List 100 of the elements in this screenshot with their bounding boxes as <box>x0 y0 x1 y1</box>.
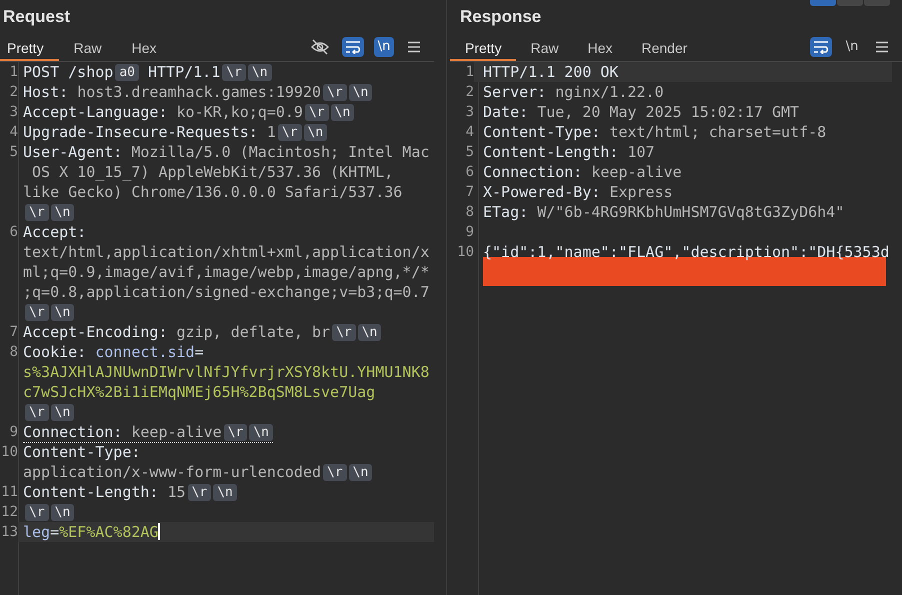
code-text: host3.dreamhack.games:19920 <box>77 83 322 101</box>
code-text: Accept-Language: <box>23 103 168 121</box>
tab[interactable]: Hex <box>124 32 172 61</box>
code-text: %EF%AC%82AG <box>59 523 158 541</box>
menu-icon <box>407 40 421 52</box>
wrap-icon <box>345 40 361 54</box>
code-text: 107 <box>628 143 655 161</box>
whitespace-marker: \r <box>222 64 246 81</box>
code-text: leg <box>23 523 50 541</box>
code-text: like Gecko) Chrome/136.0.0.0 Safari/537.36 <box>23 183 402 201</box>
line-number: 5 <box>8 143 18 162</box>
code-text: keep-alive <box>591 163 682 181</box>
whitespace-marker: \n <box>348 84 372 101</box>
code-text: ETag: <box>483 203 530 221</box>
code-text: Connection: <box>23 423 124 441</box>
code-text: OS X 10_15_7) AppleWebKit/537.36 (KHTML, <box>31 163 394 181</box>
line-number: 1 <box>8 63 18 82</box>
line-number: 3 <box>8 103 18 122</box>
code-text: Mozilla/5.0 (Macintosh; Intel Mac <box>131 143 430 161</box>
code-text: Upgrade-Insecure-Requests: <box>23 123 259 141</box>
code-text: {"id":1,"name":"FLAG","description":"DH{5353d <box>483 243 890 261</box>
whitespace-marker: a0 <box>115 64 139 81</box>
code-text: Connection: <box>483 163 584 181</box>
code-text: Cookie: <box>23 343 88 361</box>
code-text: application/x-www-form-urlencoded <box>23 463 322 481</box>
whitespace-marker: \r <box>332 324 356 341</box>
line-number: 12 <box>0 503 18 522</box>
line-number: 8 <box>8 343 18 362</box>
line-number: 8 <box>464 203 474 222</box>
code-text: ml;q=0.9,image/avif,image/webp,image/apng,*/* <box>23 263 430 281</box>
whitespace-marker: \r <box>224 424 248 441</box>
newline-toggle[interactable]: \n <box>374 36 394 56</box>
code-text: Tue, 20 May 2025 15:02:17 GMT <box>537 103 800 121</box>
whitespace-marker: \r <box>25 404 49 421</box>
code-text: X-Powered-By: <box>483 183 602 201</box>
line-number: 1 <box>464 63 474 82</box>
code-text: connect.sid <box>95 343 195 361</box>
line-number: 6 <box>8 223 18 242</box>
code-text: Express <box>609 183 673 201</box>
whitespace-marker: \n <box>248 64 272 81</box>
code-text: nginx/1.22.0 <box>555 83 664 101</box>
tab[interactable]: Render <box>626 32 702 61</box>
whitespace-marker: \r <box>278 124 302 141</box>
wrap-toggle[interactable] <box>342 36 364 56</box>
code-text: text/html; charset=utf-8 <box>609 123 826 141</box>
whitespace-marker: \r <box>25 304 49 321</box>
line-number: 10 <box>456 243 474 262</box>
whitespace-marker: \n <box>348 464 372 481</box>
code-text: 1 <box>266 123 276 141</box>
line-number: 13 <box>0 523 18 542</box>
code-text: ko-KR,ko;q=0.9 <box>176 103 303 121</box>
line-number: 6 <box>464 163 474 182</box>
code-text: 15 <box>168 483 186 501</box>
line-number: 4 <box>8 123 18 142</box>
code-text: User-Agent: <box>23 143 124 161</box>
newline-toggle[interactable]: \n <box>842 36 862 56</box>
menu-icon <box>875 40 889 52</box>
whitespace-marker: \n <box>50 404 74 421</box>
whitespace-marker: \r <box>323 464 347 481</box>
whitespace-marker: \r <box>25 204 49 221</box>
line-number: 9 <box>464 223 474 242</box>
panel-title: Response <box>459 6 542 28</box>
code-text: gzip, deflate, br <box>176 323 330 341</box>
code-text: text/html,application/xhtml+xml,application/x <box>23 243 430 261</box>
code-text: Content-Type: <box>483 123 602 141</box>
tab[interactable]: Raw <box>516 32 573 61</box>
whitespace-marker: \r <box>25 504 49 521</box>
whitespace-marker: \n <box>50 304 74 321</box>
wrap-icon <box>813 40 829 54</box>
line-number: 9 <box>8 423 18 442</box>
line-number: 4 <box>464 123 474 142</box>
whitespace-marker: \n <box>50 204 74 221</box>
code-text: Server: <box>483 83 548 101</box>
whitespace-marker: \r <box>188 484 212 501</box>
whitespace-marker: \n <box>213 484 237 501</box>
code-text: Date: <box>483 103 530 121</box>
code-text: c7wSJcHX%2Bi1iEMqNMEj65H%2BqSM8Lsve7Uag <box>23 383 376 401</box>
code-text: s%3AJXHlAJNUwnDIWrvlNfJYfvrjrXSY8ktU.YHMU1NK8 <box>23 363 430 381</box>
wrap-toggle[interactable] <box>810 36 832 56</box>
line-number: 5 <box>464 143 474 162</box>
code-text: Accept-Encoding: <box>23 323 168 341</box>
whitespace-marker: \r <box>323 84 347 101</box>
code-text: Content-Length: <box>483 143 620 161</box>
tab[interactable]: Raw <box>66 32 117 61</box>
code-text: = <box>50 523 60 541</box>
eye-slash-icon <box>311 38 329 54</box>
code-text: W/"6b-4RG9RKbhUmHSM7GVq8tG3ZyD6h4" <box>537 203 844 221</box>
code-text: Content-Length: <box>23 483 160 501</box>
line-number: 3 <box>464 103 474 122</box>
line-number: 2 <box>8 83 18 102</box>
code-text: Content-Type: <box>23 443 140 461</box>
code-text: HTTP/1.1 200 OK <box>483 63 618 81</box>
code-text: POST /shop <box>23 63 114 81</box>
line-number: 7 <box>464 183 474 202</box>
line-number: 10 <box>0 443 18 462</box>
tab[interactable]: Hex <box>572 32 626 61</box>
code-text: = <box>194 343 204 361</box>
line-number: 7 <box>8 323 18 342</box>
line-number: 11 <box>0 483 18 502</box>
code-text: Host: <box>23 83 70 101</box>
